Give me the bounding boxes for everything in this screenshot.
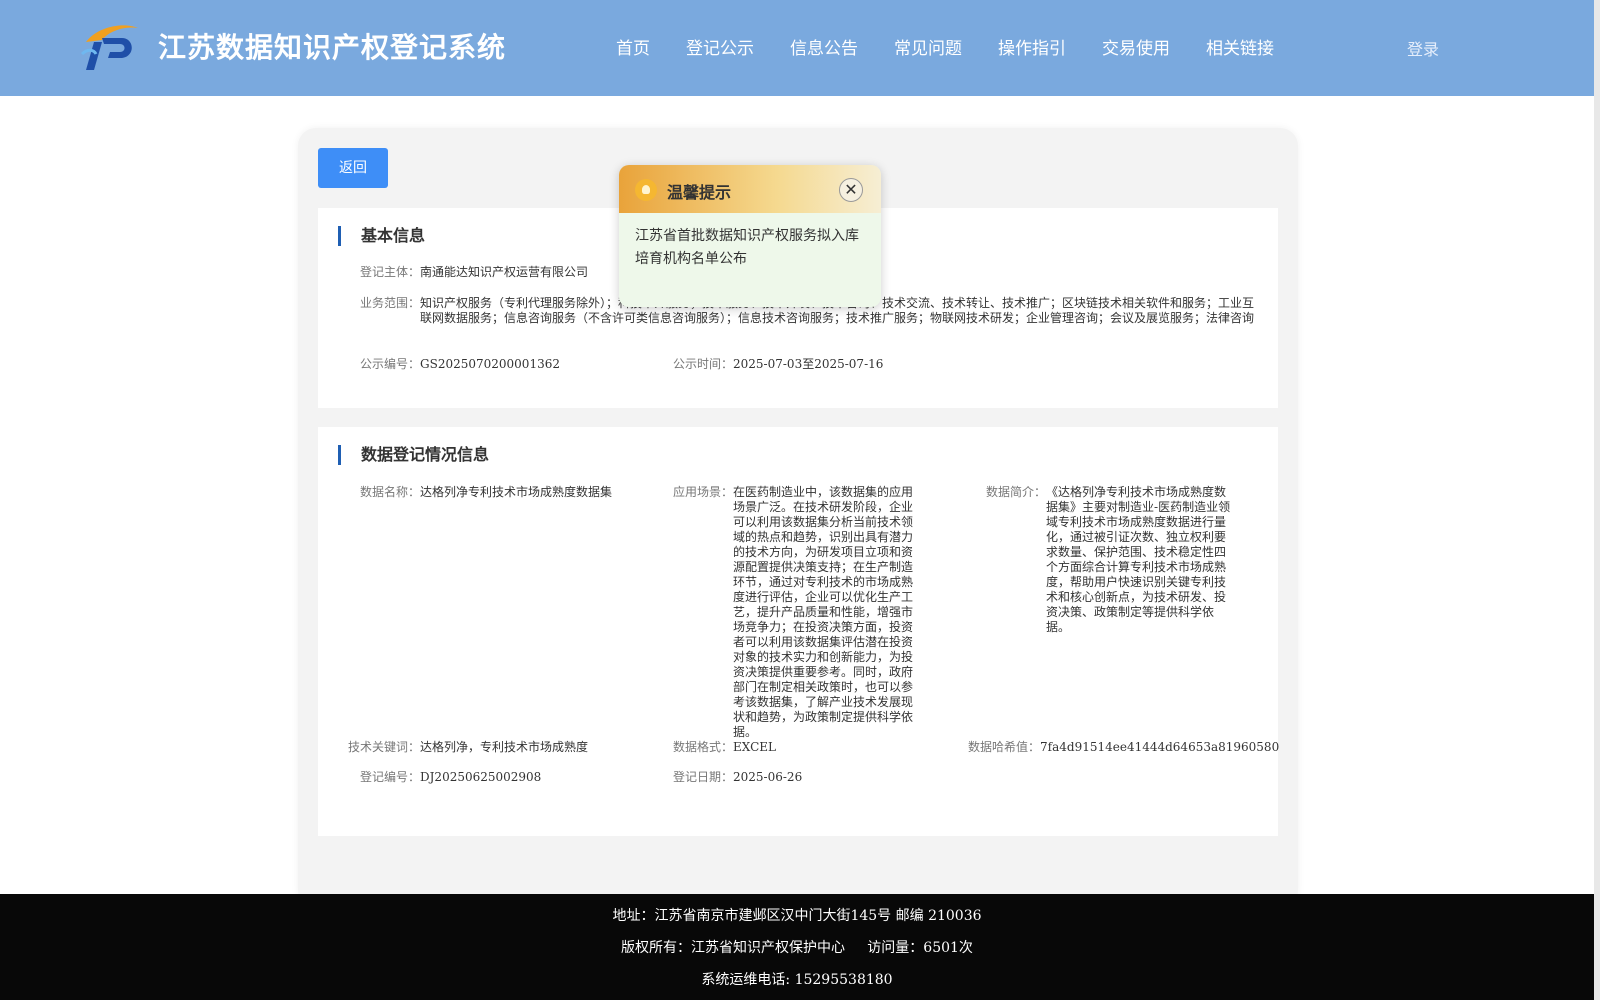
scene-value: 在医药制造业中，该数据集的应用场景广泛。在技术研发阶段，企业可以利用该数据集分析… (733, 485, 914, 739)
site-footer: 地址：江苏省南京市建邺区汉中门大街145号 邮编 210036 版权所有：江苏省… (0, 894, 1594, 1000)
popup-title: 温馨提示 (667, 183, 732, 202)
login-link[interactable]: 登录 (1407, 36, 1439, 60)
nav-faq[interactable]: 常见问题 (894, 34, 962, 59)
reg-date-value: 2025-06-26 (733, 770, 803, 784)
popup-message-link[interactable]: 江苏省首批数据知识产权服务拟入库培育机构名单公布 (619, 213, 881, 283)
notice-time-field: 公示时间： 2025-07-03至2025-07-16 (673, 357, 973, 372)
field-label: 公示时间： (673, 357, 734, 371)
site-title: 江苏数据知识产权登记系统 (158, 31, 507, 64)
field-label: 技术关键词： (348, 740, 421, 754)
nav-registration-notice[interactable]: 登记公示 (686, 34, 754, 59)
reg-no-value: DJ20250625002908 (420, 770, 542, 784)
subject-value: 南通能达知识产权运营有限公司 (420, 265, 589, 279)
nav-related-links[interactable]: 相关链接 (1206, 34, 1274, 59)
format-field: 数据格式： EXCEL (673, 740, 923, 755)
section-title-basic-info: 基本信息 (338, 226, 425, 246)
footer-copyright: 版权所有：江苏省知识产权保护中心 访问量：6501次 (621, 940, 973, 956)
field-label: 数据格式： (673, 740, 734, 754)
data-name-value: 达格列净专利技术市场成熟度数据集 (420, 485, 613, 499)
site-header: 江苏数据知识产权登记系统 首页 登记公示 信息公告 常见问题 操作指引 交易使用… (0, 0, 1594, 96)
field-label: 数据哈希值： (968, 740, 1041, 754)
field-label: 业务范围： (360, 296, 421, 310)
scrollbar[interactable] (1594, 0, 1600, 1000)
back-button[interactable]: 返回 (318, 148, 388, 188)
data-registration-card: 数据登记情况信息 数据名称： 达格列净专利技术市场成熟度数据集 应用场景： 在医… (318, 427, 1280, 836)
data-name-field: 数据名称： 达格列净专利技术市场成熟度数据集 (348, 485, 648, 500)
field-label: 登记主体： (360, 265, 421, 279)
nav-trade-use[interactable]: 交易使用 (1102, 34, 1170, 59)
notice-popup: 温馨提示 ✕ 江苏省首批数据知识产权服务拟入库培育机构名单公布 (619, 165, 881, 307)
notice-no-value: GS2025070200001362 (420, 357, 560, 371)
notice-no-field: 公示编号： GS2025070200001362 (360, 357, 660, 372)
ip-logo-icon[interactable] (80, 20, 140, 72)
field-label: 应用场景： (673, 485, 734, 499)
reg-no-field: 登记编号： DJ20250625002908 (348, 770, 658, 785)
lightbulb-icon (635, 179, 657, 201)
footer-address: 地址：江苏省南京市建邺区汉中门大街145号 邮编 210036 (612, 908, 982, 924)
keyword-value: 达格列净，专利技术市场成熟度 (420, 740, 589, 754)
popup-header: 温馨提示 ✕ (619, 165, 881, 213)
format-value: EXCEL (733, 740, 777, 754)
hash-value: 7fa4d91514ee41444d64653a81960580 (1040, 740, 1280, 754)
scene-field: 应用场景： 在医药制造业中，该数据集的应用场景广泛。在技术研发阶段，企业可以利用… (673, 485, 925, 740)
hash-field: 数据哈希值： 7fa4d91514ee41444d64653a81960580 (968, 740, 1280, 755)
nav-operation-guide[interactable]: 操作指引 (998, 34, 1066, 59)
field-label: 登记编号： (359, 770, 420, 784)
notice-time-value: 2025-07-03至2025-07-16 (733, 357, 884, 371)
field-label: 数据名称： (359, 485, 420, 499)
field-label: 公示编号： (360, 357, 421, 371)
section-title-data-registration: 数据登记情况信息 (338, 445, 489, 465)
field-label: 登记日期： (673, 770, 734, 784)
reg-date-field: 登记日期： 2025-06-26 (673, 770, 923, 785)
field-label: 数据简介： (986, 485, 1047, 499)
footer-phone: 系统运维电话: 15295538180 (701, 972, 893, 988)
intro-field: 数据简介： 《达格列净专利技术市场成熟度数据集》主要对制造业-医药制造业领域专利… (986, 485, 1238, 635)
main-nav: 首页 登记公示 信息公告 常见问题 操作指引 交易使用 相关链接 (616, 34, 1310, 59)
nav-info-announcement[interactable]: 信息公告 (790, 34, 858, 59)
nav-home[interactable]: 首页 (616, 34, 650, 59)
intro-value: 《达格列净专利技术市场成熟度数据集》主要对制造业-医药制造业领域专利技术市场成熟… (1046, 485, 1231, 634)
close-icon[interactable]: ✕ (839, 178, 863, 202)
keyword-field: 技术关键词： 达格列净，专利技术市场成熟度 (348, 740, 658, 755)
